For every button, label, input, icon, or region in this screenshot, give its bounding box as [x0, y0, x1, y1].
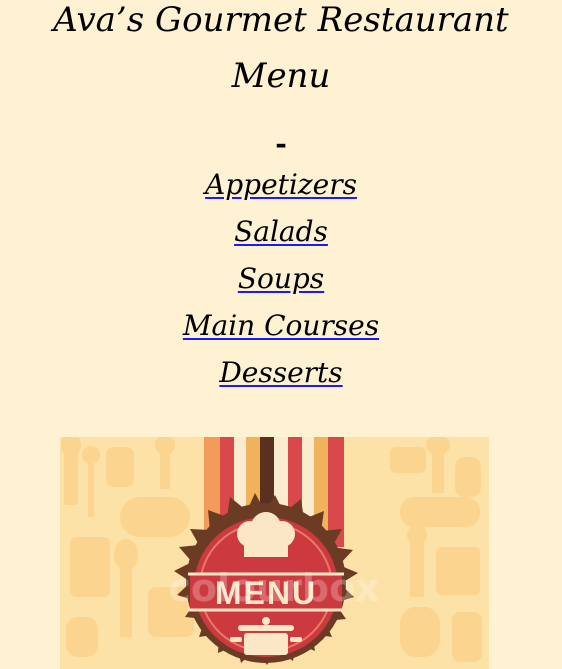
menu-heading: Menu: [231, 56, 331, 96]
salads-link[interactable]: Salads: [234, 215, 328, 248]
watermark-text: colourbox: [168, 566, 379, 610]
nav-item-appetizers: Appetizers: [0, 166, 562, 213]
nav-item-salads: Salads: [0, 213, 562, 260]
menu-section-nav: Appetizers Salads Soups Main Courses Des…: [0, 166, 562, 401]
heading-separator: -: [275, 127, 287, 160]
desserts-link[interactable]: Desserts: [219, 356, 342, 389]
nav-item-soups: Soups: [0, 260, 562, 307]
nav-item-desserts: Desserts: [0, 354, 562, 401]
soups-link[interactable]: Soups: [238, 262, 324, 295]
menu-banner-image: MENU colourbox: [60, 437, 489, 669]
restaurant-title: Ava’s Gourmet Restaurant: [53, 0, 509, 40]
appetizers-link[interactable]: Appetizers: [205, 168, 357, 201]
main-courses-link[interactable]: Main Courses: [183, 309, 379, 342]
nav-item-main-courses: Main Courses: [0, 307, 562, 354]
